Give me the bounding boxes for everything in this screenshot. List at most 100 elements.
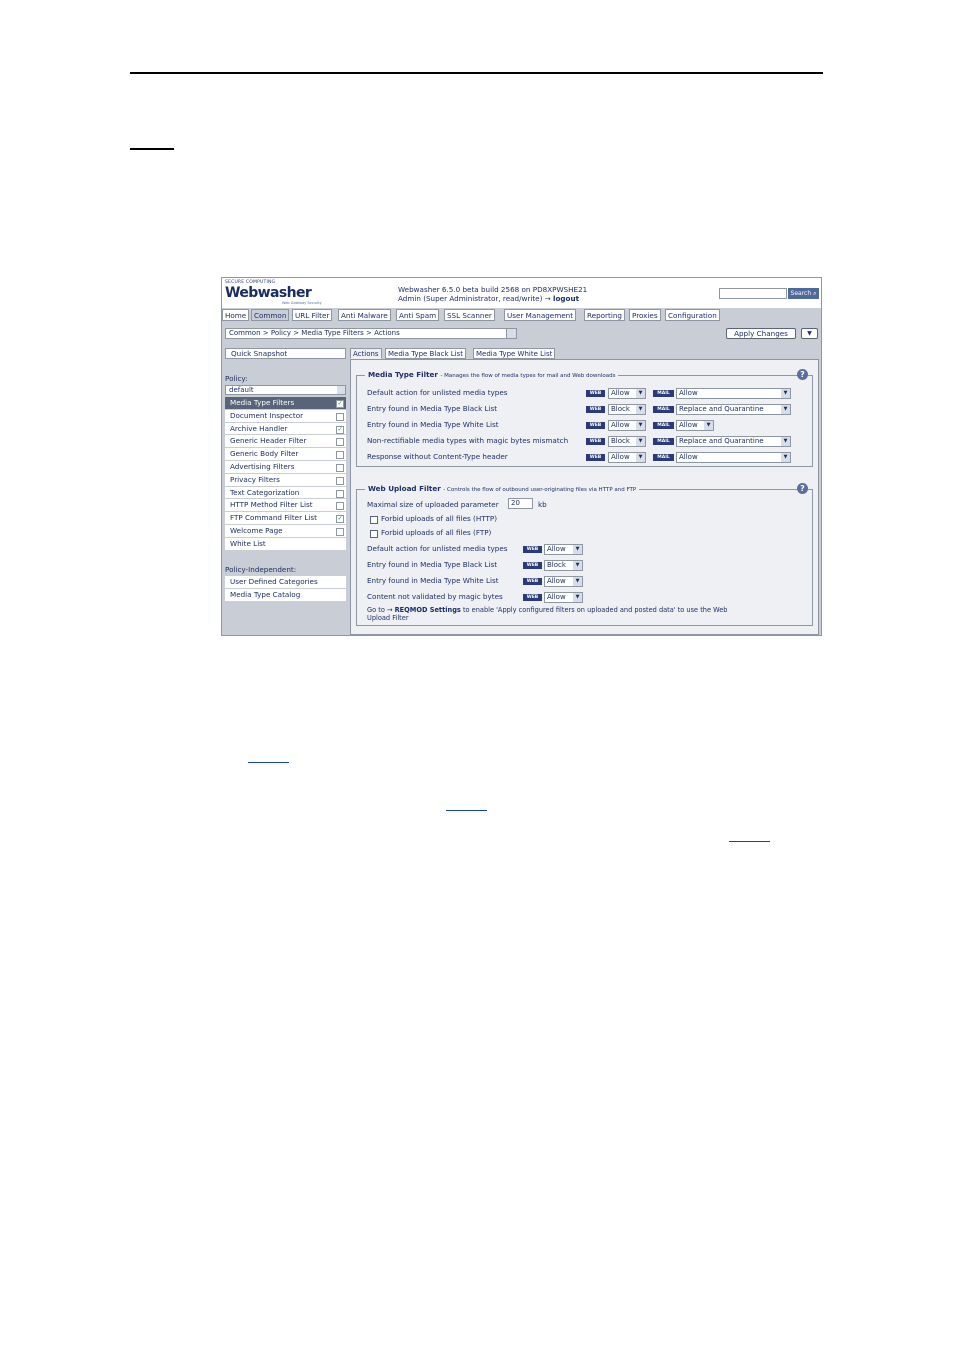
web-action-select[interactable]: Block ▼ (608, 436, 646, 447)
quick-snapshot-button[interactable]: Quick Snapshot (225, 348, 346, 359)
forbid-http-checkbox[interactable] (370, 516, 378, 524)
web-action-select[interactable]: Allow ▼ (544, 576, 583, 587)
tab-anti-malware[interactable]: Anti Malware (338, 309, 391, 321)
sidebar-item-label: FTP Command Filter List (230, 513, 317, 523)
sidebar-item-archive-handler[interactable]: Archive Handler ✓ (225, 422, 346, 436)
mail-action-select[interactable]: Replace and Quarantine ▼ (676, 404, 791, 415)
chevron-down-icon: ▼ (781, 453, 790, 462)
sidebar-item-generic-header-filter[interactable]: Generic Header Filter (225, 435, 346, 449)
sidebar-item-label: Document Inspector (230, 410, 304, 420)
policy-independent-list: User Defined Categories Media Type Catal… (225, 576, 346, 602)
web-action-select[interactable]: Block ▼ (608, 404, 646, 415)
max-size-input[interactable]: 20 (508, 498, 533, 509)
chevron-down-icon: ▼ (636, 389, 645, 398)
policy-list: Media Type Filters ✓ Document Inspector A… (225, 397, 346, 551)
tab-media-type-white-list[interactable]: Media Type White List (473, 348, 556, 359)
tab-common[interactable]: Common (251, 309, 290, 321)
rule-label: Non-rectifiable media types with magic b… (367, 436, 569, 445)
note-prefix: Go to → (367, 606, 393, 614)
tab-anti-spam[interactable]: Anti Spam (396, 309, 440, 321)
mail-action-select[interactable]: Allow ▼ (676, 420, 714, 431)
sidebar-item-label: Text Categorization (230, 487, 300, 497)
sidebar-item-ftp-command-filter-list[interactable]: FTP Command Filter List ✓ (225, 512, 346, 525)
enabled-checkbox[interactable] (336, 502, 344, 511)
mail-action-select[interactable]: Allow ▼ (676, 388, 791, 399)
tab-configuration[interactable]: Configuration (665, 309, 720, 321)
tab-media-type-black-list[interactable]: Media Type Black List (385, 348, 466, 359)
search-input[interactable] (719, 288, 787, 299)
search-button[interactable]: Search ⌕ (788, 288, 819, 299)
enabled-checkbox[interactable]: ✓ (336, 515, 344, 524)
reqmod-settings-link[interactable]: REQMOD Settings (395, 606, 461, 614)
mail-action-select[interactable]: Replace and Quarantine ▼ (676, 436, 791, 447)
more-menu-button[interactable]: ▼ (801, 328, 818, 339)
select-value: Replace and Quarantine (679, 405, 764, 413)
sidebar-item-welcome-page[interactable]: Welcome Page (225, 524, 346, 538)
rule-label: Default action for unlisted media types (367, 388, 508, 397)
enabled-checkbox[interactable] (336, 527, 344, 536)
enabled-checkbox[interactable] (336, 412, 344, 421)
chevron-down-icon: ▼ (573, 577, 582, 586)
enabled-checkbox[interactable] (336, 451, 344, 460)
policy-value: default (229, 386, 254, 394)
chevron-down-icon: ▼ (636, 421, 645, 430)
web-badge: WEB (586, 422, 605, 429)
sidebar-item-label: Media Type Filters (230, 398, 295, 407)
tab-actions[interactable]: Actions (350, 348, 382, 359)
web-action-select[interactable]: Allow ▼ (544, 592, 583, 603)
web-badge: WEB (586, 438, 605, 445)
apply-changes-button[interactable]: Apply Changes (726, 328, 796, 339)
logout-link[interactable]: logout (553, 294, 579, 303)
tab-user-management[interactable]: User Management (504, 309, 577, 321)
select-value: Allow (547, 545, 566, 553)
chevron-down-icon: ▼ (704, 421, 713, 430)
sidebar-item-user-defined-categories[interactable]: User Defined Categories (225, 576, 346, 589)
mail-action-select[interactable]: Allow ▼ (676, 452, 791, 463)
web-action-select[interactable]: Allow ▼ (608, 420, 646, 431)
enabled-checkbox[interactable] (336, 463, 344, 472)
help-icon[interactable]: ? (797, 369, 808, 380)
tab-reporting[interactable]: Reporting (584, 309, 625, 321)
sidebar-item-white-list[interactable]: White List (225, 537, 346, 551)
forbid-ftp-checkbox[interactable] (370, 530, 378, 538)
web-action-select[interactable]: Allow ▼ (544, 544, 583, 555)
breadcrumb[interactable]: Common > Policy > Media Type Filters > A… (225, 328, 517, 339)
link-underline[interactable] (729, 841, 770, 842)
mail-badge: MAIL (653, 454, 674, 461)
help-icon[interactable]: ? (797, 483, 808, 494)
breadcrumb-text: Common > Policy > Media Type Filters > A… (229, 329, 400, 337)
enabled-checkbox[interactable] (336, 438, 344, 447)
enabled-checkbox[interactable] (336, 476, 344, 485)
forbid-http-label: Forbid uploads of all files (HTTP) (381, 514, 498, 523)
sidebar-item-http-method-filter-list[interactable]: HTTP Method Filter List (225, 499, 346, 513)
section-title-text: Media Type Filter (368, 370, 438, 379)
web-action-select[interactable]: Allow ▼ (608, 452, 646, 463)
build-info: Webwasher 6.5.0 beta build 2568 on PD8XP… (398, 285, 588, 294)
enabled-checkbox[interactable]: ✓ (336, 425, 344, 434)
sidebar-item-generic-body-filter[interactable]: Generic Body Filter (225, 448, 346, 461)
web-action-select[interactable]: Allow ▼ (608, 388, 646, 399)
sidebar-item-advertising-filters[interactable]: Advertising Filters (225, 460, 346, 474)
link-underline[interactable] (446, 810, 487, 811)
sidebar-item-privacy-filters[interactable]: Privacy Filters (225, 473, 346, 487)
web-action-select[interactable]: Block ▼ (544, 560, 583, 571)
sidebar-item-text-categorization[interactable]: Text Categorization (225, 486, 346, 500)
sidebar-item-document-inspector[interactable]: Document Inspector (225, 409, 346, 423)
enabled-checkbox[interactable]: ✓ (336, 400, 344, 408)
sidebar-item-media-type-filters[interactable]: Media Type Filters ✓ (225, 397, 346, 410)
enabled-checkbox[interactable] (336, 489, 344, 498)
tab-url-filter[interactable]: URL Filter (292, 309, 333, 321)
tab-proxies[interactable]: Proxies (629, 309, 661, 321)
sidebar-item-label: Privacy Filters (230, 474, 280, 484)
tab-home[interactable]: Home (222, 309, 250, 321)
sidebar-item-label: Welcome Page (230, 525, 283, 535)
chevron-down-icon: ▼ (573, 593, 582, 602)
user-label: Admin (Super Administrator, read/write) … (398, 294, 551, 303)
tab-ssl-scanner[interactable]: SSL Scanner (444, 309, 495, 321)
link-underline[interactable] (248, 762, 289, 763)
sidebar-item-media-type-catalog[interactable]: Media Type Catalog (225, 588, 346, 602)
web-badge: WEB (586, 406, 605, 413)
policy-select[interactable]: default (225, 385, 346, 395)
select-value: Block (611, 405, 630, 413)
page-top-rule (130, 72, 823, 74)
